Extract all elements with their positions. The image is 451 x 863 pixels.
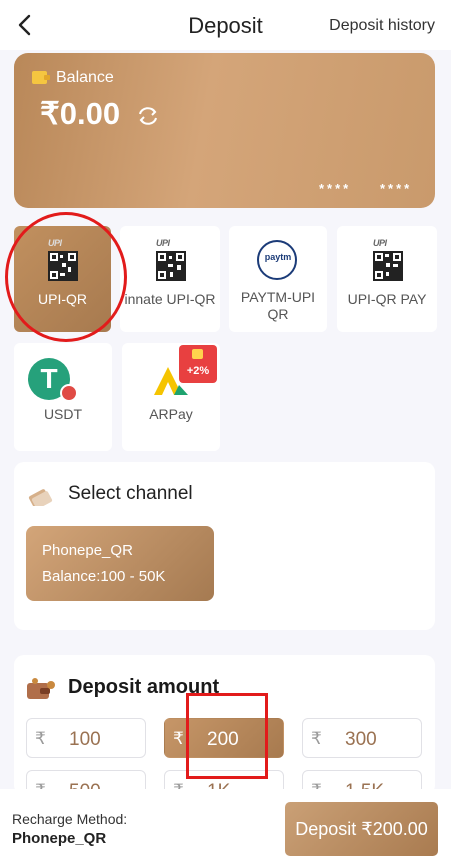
promo-badge: +2% — [179, 345, 217, 383]
qr-code-icon — [373, 251, 403, 281]
upi-logo: UPI — [48, 238, 62, 248]
header-bar: Deposit Deposit history — [0, 0, 451, 50]
select-channel-title: Select channel — [68, 483, 193, 504]
channel-range: Balance:100 - 50K — [42, 568, 166, 585]
wallet-icon — [32, 71, 50, 84]
paytm-logo-text: paytm — [264, 252, 292, 262]
amount-value: 100 — [69, 729, 101, 750]
amount-option-200[interactable]: ₹ 200 — [164, 718, 284, 758]
balance-label: Balance — [56, 69, 114, 86]
amount-option-100[interactable]: ₹ 100 — [26, 718, 146, 758]
back-arrow-icon[interactable] — [14, 12, 36, 38]
channel-name: Phonepe_QR — [42, 542, 133, 559]
method-label: UPI-QR — [38, 291, 87, 307]
deposit-amount-title: Deposit amount — [68, 676, 220, 698]
amount-value: 300 — [345, 729, 377, 750]
card-mask-2: **** — [380, 181, 413, 196]
rupee-icon: ₹ — [35, 729, 46, 748]
recharge-method-label: Recharge Method: — [12, 811, 128, 827]
balance-card: Balance ₹0.00 **** **** — [14, 53, 435, 208]
tron-badge-icon — [60, 384, 78, 402]
recharge-method-value: Phonepe_QR — [12, 830, 107, 847]
gift-icon — [192, 349, 203, 359]
rupee-icon: ₹ — [173, 729, 184, 748]
rupee-icon: ₹ — [311, 729, 322, 748]
balance-amount: ₹0.00 — [40, 96, 121, 131]
qr-code-icon — [48, 251, 78, 281]
deposit-history-link[interactable]: Deposit history — [329, 17, 435, 35]
method-upi-qr-pay[interactable]: UPI UPI-QR PAY — [337, 226, 437, 332]
method-label: ARPay — [149, 406, 193, 422]
upi-logo: UPI — [156, 238, 170, 248]
method-label-line2: QR — [267, 306, 289, 322]
method-innate-upi-qr[interactable]: UPI innate UPI-QR — [120, 226, 220, 332]
paytm-logo-icon: paytm — [257, 240, 297, 280]
deposit-button[interactable]: Deposit ₹200.00 — [285, 802, 438, 856]
qr-code-icon — [156, 251, 186, 281]
method-label-line1: PAYTM-UPI — [240, 289, 316, 305]
method-label: USDT — [43, 406, 83, 422]
method-label: UPI-QR PAY — [347, 291, 427, 307]
amount-value: 200 — [207, 729, 239, 750]
promo-text: +2% — [186, 365, 210, 377]
wallet-coins-icon — [27, 678, 55, 699]
card-mask-1: **** — [319, 181, 352, 196]
method-upi-qr[interactable]: UPI UPI-QR — [14, 226, 111, 332]
channel-card-icon — [28, 489, 53, 506]
method-paytm-upi-qr[interactable]: paytm PAYTM-UPI QR — [229, 226, 327, 332]
footer-bar: Recharge Method: Phonepe_QR Deposit ₹200… — [0, 789, 451, 863]
refresh-icon[interactable] — [136, 105, 160, 127]
method-label: innate UPI-QR — [124, 291, 216, 307]
amount-option-300[interactable]: ₹ 300 — [302, 718, 422, 758]
channel-option-phonepe[interactable]: Phonepe_QR Balance:100 - 50K — [26, 526, 214, 601]
upi-logo: UPI — [373, 238, 387, 248]
